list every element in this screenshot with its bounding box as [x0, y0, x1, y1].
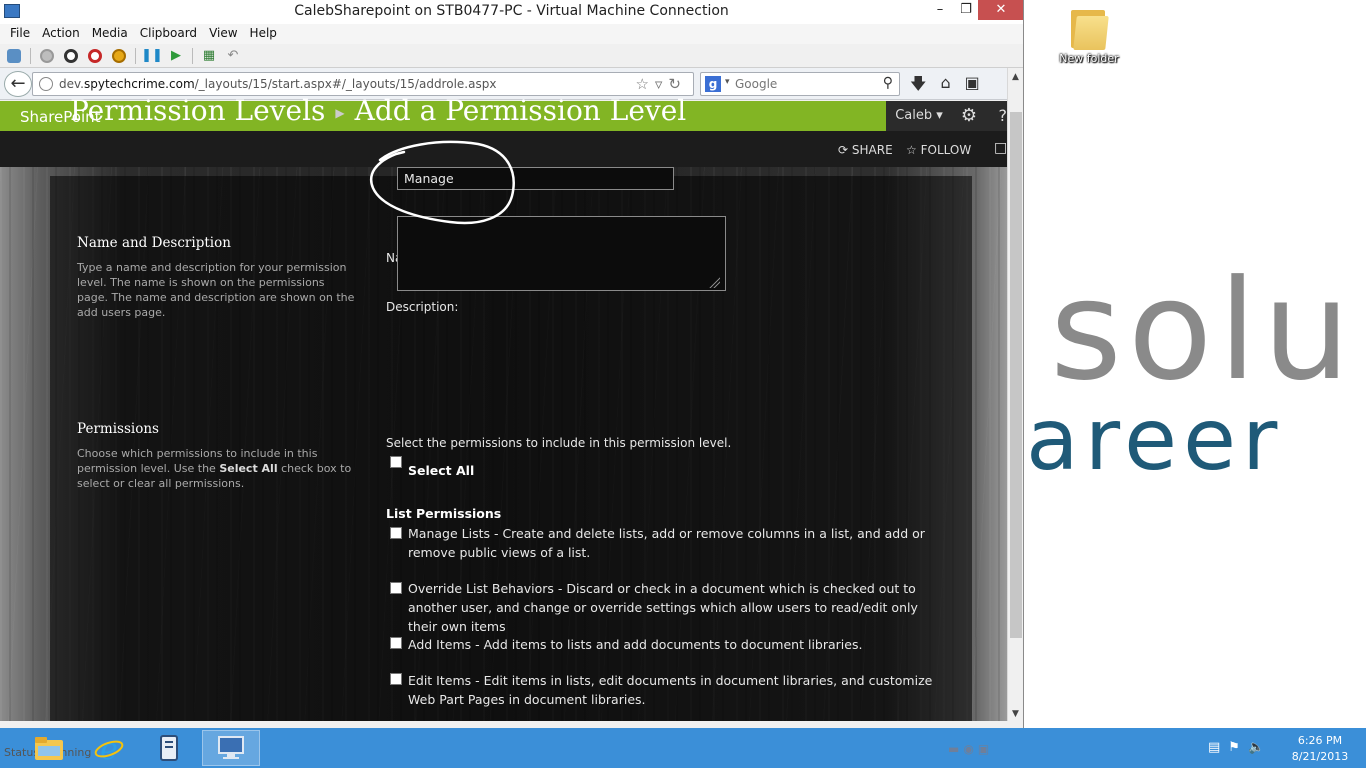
- vertical-scrollbar[interactable]: ▲ ▼: [1007, 68, 1023, 721]
- mouse-icon: ◉: [963, 742, 978, 756]
- ctrl-alt-del-icon[interactable]: [4, 47, 24, 65]
- taskbar-explorer[interactable]: [20, 730, 78, 766]
- bookmarks-icon[interactable]: ▣: [965, 73, 980, 100]
- annotation-circle: [370, 140, 515, 225]
- turn-off-icon[interactable]: [61, 47, 81, 65]
- menu-view[interactable]: View: [203, 24, 243, 44]
- page-title: Permission Levels ▶ Add a Permission Level: [70, 94, 686, 127]
- breadcrumb-current: Add a Permission Level: [354, 94, 687, 127]
- internet-explorer-icon: e: [94, 732, 124, 764]
- override-list-behaviors-checkbox[interactable]: [390, 582, 402, 594]
- breadcrumb-permission-levels[interactable]: Permission Levels: [70, 94, 325, 127]
- share-button[interactable]: ⟳ SHARE: [838, 143, 893, 157]
- desktop: New folder solu areer: [1024, 0, 1366, 728]
- file-explorer-icon: [35, 737, 63, 760]
- edit-items-label: Edit Items - Edit items in lists, edit d…: [408, 673, 933, 707]
- clock-date: 8/21/2013: [1291, 750, 1349, 763]
- globe-icon: [39, 77, 53, 91]
- home-icon[interactable]: ⌂: [940, 73, 950, 100]
- taskbar-device-app[interactable]: [140, 730, 198, 766]
- flag-icon[interactable]: ⚑: [1228, 740, 1240, 755]
- svg-text:e: e: [100, 732, 118, 764]
- star-icon: ☆: [906, 143, 917, 157]
- menu-clipboard[interactable]: Clipboard: [134, 24, 203, 44]
- taskbar-vm-connection[interactable]: [202, 730, 260, 766]
- clock-time: 6:26 PM: [1297, 734, 1343, 747]
- search-engine-dropdown-icon[interactable]: ▾: [725, 77, 730, 87]
- clock[interactable]: 6:26 PM 8/21/2013: [1282, 733, 1358, 765]
- resume-icon[interactable]: ▶: [166, 47, 186, 65]
- select-all-label[interactable]: Select All: [408, 463, 474, 478]
- follow-button[interactable]: ☆ FOLLOW: [906, 143, 971, 157]
- bookmark-star-icon[interactable]: ☆: [635, 75, 654, 93]
- search-icon[interactable]: ⚲: [883, 75, 893, 91]
- permissions-section-heading: Permissions: [77, 421, 159, 437]
- manage-lists-label: Manage Lists - Create and delete lists, …: [408, 526, 925, 560]
- user-menu[interactable]: Caleb ▾: [886, 101, 952, 131]
- breadcrumb-arrow-icon: ▶: [335, 105, 345, 120]
- shutdown-icon[interactable]: [85, 47, 105, 65]
- vm-status-icons: ▬◉▣: [948, 742, 993, 756]
- history-dropdown-icon[interactable]: ▿: [655, 75, 669, 93]
- wallpaper-text-2: areer: [1026, 390, 1284, 490]
- taskbar: Status: Running e ▬◉▣ ▤ ⚑ 🔈 6:26 PM 8/21…: [0, 728, 1366, 768]
- vm-window: CalebSharepoint on STB0477-PC - Virtual …: [0, 0, 1024, 728]
- name-section-heading: Name and Description: [77, 235, 231, 251]
- menu-file[interactable]: File: [4, 24, 36, 44]
- pause-icon[interactable]: ❚❚: [141, 47, 163, 65]
- desktop-icon-label: New folder: [1059, 52, 1119, 65]
- lock-icon: ▣: [977, 742, 994, 756]
- wallpaper-text-1: solu: [1050, 250, 1357, 411]
- menu-help[interactable]: Help: [244, 24, 283, 44]
- search-input[interactable]: [735, 76, 875, 92]
- add-items-checkbox[interactable]: [390, 637, 402, 649]
- permissions-intro: Select the permissions to include in thi…: [386, 436, 732, 450]
- menu-action[interactable]: Action: [36, 24, 86, 44]
- add-items-label: Add Items - Add items to lists and add d…: [408, 637, 863, 652]
- gear-icon[interactable]: ⚙: [952, 101, 986, 131]
- vm-title: CalebSharepoint on STB0477-PC - Virtual …: [294, 3, 729, 19]
- vm-menu-bar: File Action Media Clipboard View Help: [0, 24, 1023, 44]
- manage-lists-checkbox[interactable]: [390, 527, 402, 539]
- desktop-icon-new-folder[interactable]: New folder: [1054, 6, 1124, 65]
- system-tray: ▤ ⚑ 🔈: [1208, 740, 1264, 755]
- folder-icon: [1069, 6, 1109, 50]
- device-icon: [160, 735, 178, 761]
- taskbar-internet-explorer[interactable]: e: [80, 730, 138, 766]
- google-icon[interactable]: g: [705, 76, 721, 92]
- scroll-up-icon[interactable]: ▲: [1012, 72, 1019, 82]
- close-button[interactable]: ✕: [978, 0, 1023, 20]
- address-bar[interactable]: dev.spytechcrime.com/_layouts/15/start.a…: [32, 72, 694, 96]
- share-icon: ⟳: [838, 143, 849, 157]
- override-list-behaviors-label: Override List Behaviors - Discard or che…: [408, 581, 918, 634]
- volume-icon[interactable]: 🔈: [1248, 740, 1264, 755]
- select-all-checkbox[interactable]: [390, 456, 402, 468]
- vm-title-bar[interactable]: CalebSharepoint on STB0477-PC - Virtual …: [0, 0, 1023, 24]
- revert-icon[interactable]: ↶: [223, 47, 243, 65]
- help-icon[interactable]: ?: [986, 101, 1007, 131]
- resize-grip-icon[interactable]: [708, 276, 720, 288]
- vm-toolbar: ❚❚ ▶ ▦ ↶: [0, 44, 1023, 68]
- edit-items-checkbox[interactable]: [390, 673, 402, 685]
- permissions-section-description: Choose which permissions to include in t…: [77, 447, 352, 490]
- url-text[interactable]: dev.spytechcrime.com/_layouts/15/start.a…: [59, 77, 496, 91]
- vm-status-bar: [0, 721, 1023, 728]
- search-box[interactable]: g ▾ ⚲: [700, 72, 900, 96]
- scroll-thumb[interactable]: [1010, 112, 1022, 638]
- name-section-description: Type a name and description for your per…: [77, 261, 355, 319]
- network-icon[interactable]: ▤: [1208, 740, 1220, 755]
- reload-icon[interactable]: ↻: [668, 75, 687, 93]
- start-icon[interactable]: [37, 47, 57, 65]
- checkpoint-icon[interactable]: ▦: [199, 47, 219, 65]
- description-label: Description:: [386, 300, 459, 314]
- focus-content-icon[interactable]: □: [994, 140, 1007, 156]
- vm-connection-icon: [218, 736, 244, 759]
- menu-media[interactable]: Media: [86, 24, 134, 44]
- download-icon[interactable]: 🡇: [910, 73, 926, 100]
- power-icon[interactable]: [109, 47, 129, 65]
- scroll-down-icon[interactable]: ▼: [1012, 709, 1019, 719]
- back-button[interactable]: ←: [4, 71, 32, 97]
- list-permissions-heading: List Permissions: [386, 506, 502, 521]
- keyboard-icon: ▬: [948, 742, 964, 756]
